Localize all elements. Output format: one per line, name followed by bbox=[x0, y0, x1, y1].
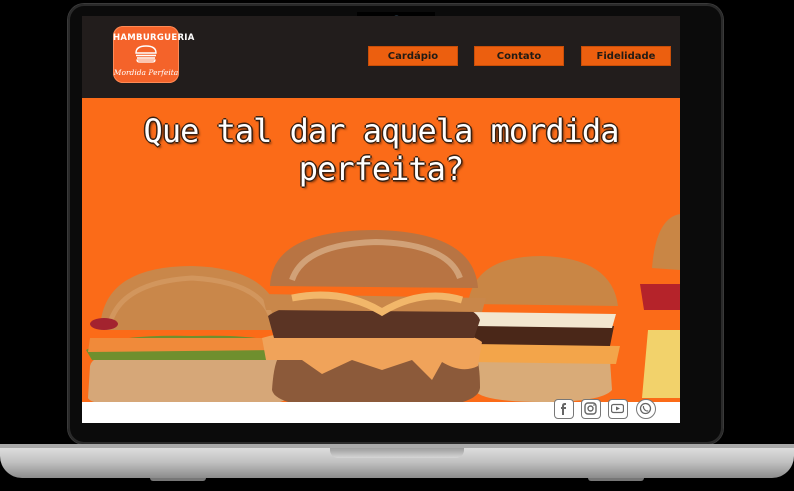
site-header: HAMBURGUERIA Mordida Perfeita Cardápio C… bbox=[82, 16, 680, 98]
hero-title: Que tal dar aquela mordida perfeita? bbox=[143, 112, 620, 188]
whatsapp-icon[interactable] bbox=[636, 399, 656, 419]
burger-icon bbox=[135, 45, 157, 63]
laptop-foot-left bbox=[150, 478, 206, 481]
logo-title: HAMBURGUERIA bbox=[113, 33, 195, 43]
nav-cardapio-button[interactable]: Cardápio bbox=[368, 46, 458, 66]
instagram-icon[interactable] bbox=[581, 399, 601, 419]
burger-right-image bbox=[466, 256, 620, 402]
brand-logo[interactable]: HAMBURGUERIA Mordida Perfeita bbox=[113, 26, 195, 83]
laptop-foot-right bbox=[588, 478, 644, 481]
burger-center-image bbox=[262, 230, 486, 404]
logo-subtitle: Mordida Perfeita bbox=[113, 68, 179, 77]
nav-contato-button[interactable]: Contato bbox=[474, 46, 564, 66]
youtube-icon[interactable] bbox=[608, 399, 628, 419]
browser-viewport: HAMBURGUERIA Mordida Perfeita Cardápio C… bbox=[82, 16, 680, 423]
nav-fidelidade-button[interactable]: Fidelidade bbox=[581, 46, 671, 66]
site-footer bbox=[82, 399, 680, 423]
burger-left-image bbox=[86, 266, 287, 404]
burger-far-right-image bbox=[640, 214, 680, 398]
hero-banner: Que tal dar aquela mordida perfeita? bbox=[82, 98, 680, 404]
facebook-icon[interactable] bbox=[554, 399, 574, 419]
laptop-opening-groove bbox=[330, 448, 464, 458]
